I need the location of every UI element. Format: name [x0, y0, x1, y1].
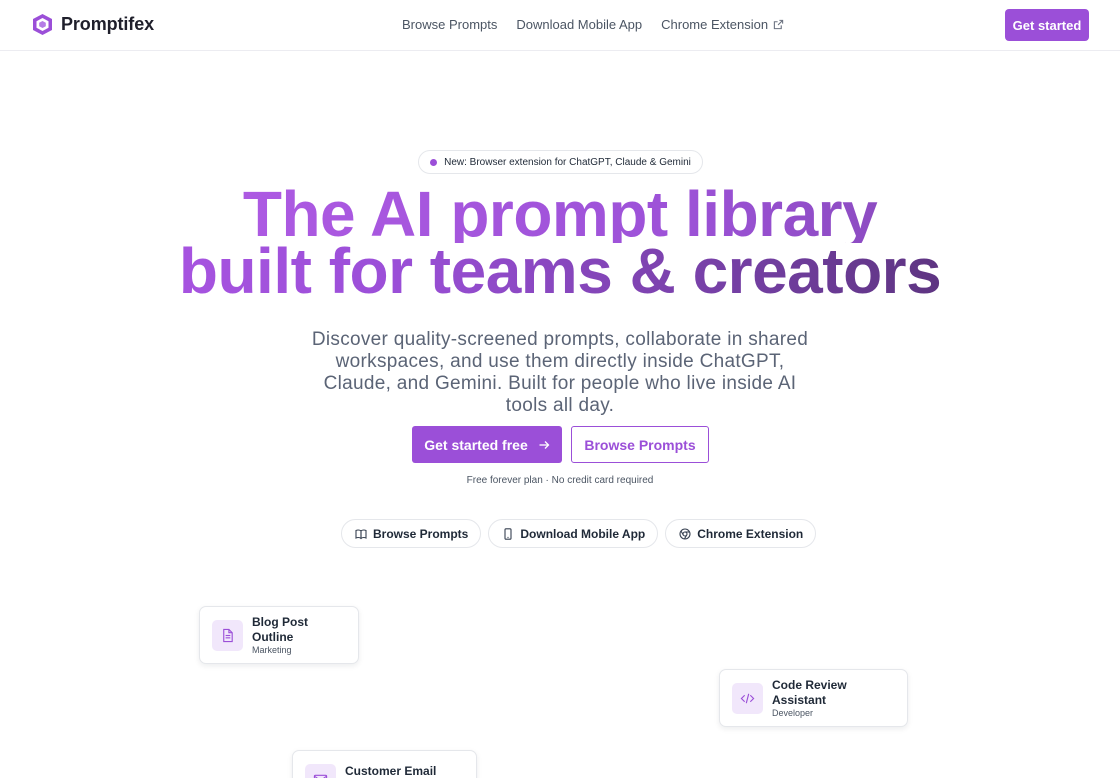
nav-chrome-extension[interactable]: Chrome Extension [661, 17, 784, 32]
hero-subtext: Discover quality-screened prompts, colla… [311, 329, 809, 416]
badge-dot-icon [430, 158, 438, 166]
pill-download-mobile-app[interactable]: Download Mobile App [488, 519, 659, 548]
nav-browse-prompts[interactable]: Browse Prompts [402, 17, 497, 32]
card-title: Code Review Assistant [772, 677, 847, 707]
prompt-card-blog-post-outline[interactable]: Blog Post Outline Marketing [199, 606, 359, 664]
card-title: Customer Email Reply [345, 764, 437, 778]
hero-headline: The AI prompt library built for teams & … [0, 182, 1120, 303]
site-header: Promptifex Browse Prompts Download Mobil… [0, 0, 1120, 51]
pill-chrome-extension[interactable]: Chrome Extension [665, 519, 817, 548]
get-started-free-label: Get started free [424, 436, 528, 453]
announcement-badge[interactable]: New: Browser extension for ChatGPT, Clau… [418, 150, 703, 174]
card-category: Developer [772, 707, 814, 718]
quick-links: Browse Prompts Download Mobile App Chrom… [341, 519, 817, 548]
card-icon-wrap [732, 682, 763, 714]
card-text: Blog Post Outline Marketing [252, 615, 346, 656]
card-text: Code Review Assistant Developer [772, 678, 895, 719]
code-icon [740, 693, 755, 703]
pill-browse-prompts-label: Browse Prompts [373, 526, 469, 541]
browse-prompts-button[interactable]: Browse Prompts [571, 426, 709, 463]
card-title: Blog Post Outline [252, 614, 308, 644]
pricing-note: Free forever plan · No credit card requi… [466, 475, 654, 486]
pill-chrome-extension-label: Chrome Extension [697, 526, 804, 541]
mail-icon [313, 774, 328, 778]
arrow-right-icon [539, 440, 550, 449]
brand-name: Promptifex [61, 14, 155, 34]
pill-browse-prompts[interactable]: Browse Prompts [341, 519, 482, 548]
get-started-button[interactable]: Get started [1005, 9, 1089, 41]
nav-download-mobile-app[interactable]: Download Mobile App [516, 17, 642, 32]
document-icon [223, 628, 233, 642]
external-link-icon [773, 19, 784, 30]
logo-icon [33, 14, 52, 35]
card-category: Marketing [252, 644, 292, 655]
badge-text: New: Browser extension for ChatGPT, Clau… [444, 156, 691, 168]
main-nav: Browse Prompts Download Mobile App Chrom… [402, 17, 784, 32]
prompt-card-customer-email-reply[interactable]: Customer Email Reply [292, 750, 477, 778]
brand[interactable]: Promptifex [32, 13, 154, 36]
card-icon-wrap [212, 619, 243, 651]
chrome-icon [679, 527, 691, 540]
book-icon [355, 528, 367, 539]
headline-line-2: built for teams & creators [0, 239, 1120, 303]
card-icon-wrap [305, 764, 336, 778]
smartphone-icon [504, 527, 512, 540]
card-text: Customer Email Reply [345, 764, 464, 778]
nav-chrome-extension-label: Chrome Extension [661, 17, 769, 32]
prompt-card-code-review-assistant[interactable]: Code Review Assistant Developer [719, 669, 908, 727]
pill-download-mobile-app-label: Download Mobile App [520, 526, 646, 541]
get-started-free-button[interactable]: Get started free [412, 426, 562, 463]
